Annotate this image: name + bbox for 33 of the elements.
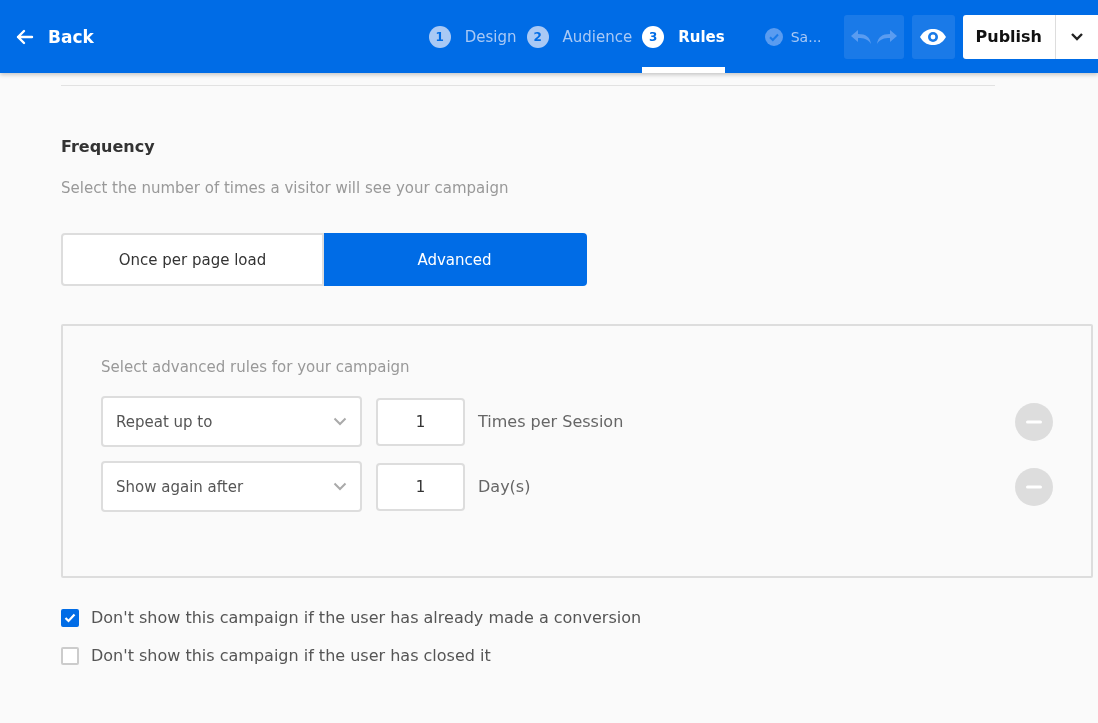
- minus-icon: [1026, 419, 1042, 424]
- publish-menu-button[interactable]: [1056, 14, 1098, 59]
- checkbox-label: Don't show this campaign if the user has already made a conversion: [91, 608, 642, 627]
- step-tab[interactable]: 3 Rules: [642, 0, 725, 73]
- chevron-down-icon: [333, 417, 347, 426]
- back-link[interactable]: Back: [16, 26, 94, 47]
- unit-label: Day(s): [478, 477, 531, 496]
- save-status: Sa...: [764, 27, 822, 46]
- eye-icon: [919, 27, 948, 46]
- panel-hint: Select advanced rules for your campaign: [101, 358, 411, 376]
- remove-rule-button[interactable]: [1015, 402, 1053, 441]
- undo-icon[interactable]: [849, 27, 872, 46]
- chevron-down-icon: [1070, 32, 1084, 41]
- frequency-option[interactable]: Advanced: [324, 233, 587, 286]
- section-title: Frequency: [61, 137, 156, 156]
- checkmark-icon: [64, 612, 76, 623]
- frequency-option[interactable]: Once per page load: [61, 233, 324, 286]
- checkbox-label: Don't show this campaign if the user has closed it: [91, 646, 491, 665]
- number-input[interactable]: 1: [376, 462, 465, 511]
- minus-icon: [1026, 484, 1042, 489]
- unit-label: Times per Session: [478, 412, 624, 431]
- arrow-left-icon: [16, 28, 34, 45]
- check-circle-icon: [764, 27, 783, 46]
- number-input[interactable]: 1: [376, 397, 465, 446]
- rule-dropdown[interactable]: Repeat up to: [101, 396, 362, 447]
- rule-dropdown[interactable]: Show again after: [101, 461, 362, 512]
- redo-icon[interactable]: [875, 27, 898, 46]
- publish-button[interactable]: Publish: [962, 14, 1056, 59]
- chevron-down-icon: [333, 482, 347, 491]
- checkbox[interactable]: [61, 608, 79, 627]
- section-description: Select the number of times a visitor will see your campaign: [61, 179, 510, 197]
- preview-button[interactable]: [911, 14, 955, 59]
- remove-rule-button[interactable]: [1015, 467, 1053, 506]
